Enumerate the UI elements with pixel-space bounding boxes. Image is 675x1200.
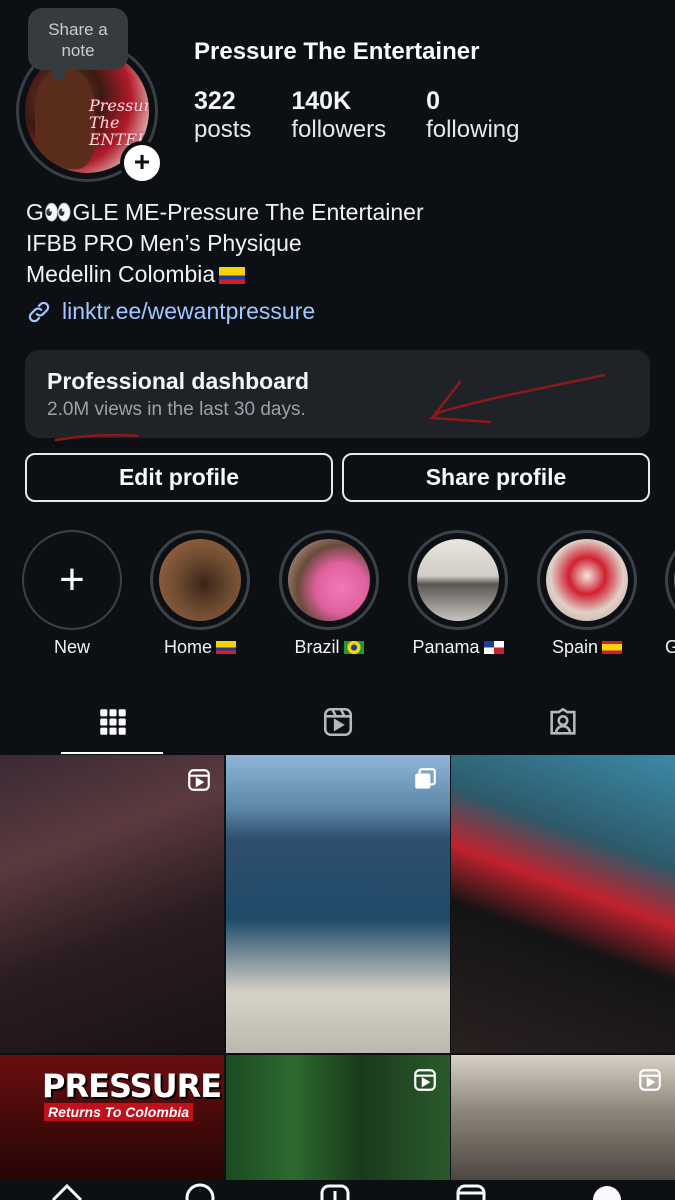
bio-line-2: IFBB PRO Men’s Physique bbox=[26, 230, 302, 256]
bio-line-3: Medellin Colombia bbox=[26, 259, 424, 290]
plus-icon: + bbox=[22, 530, 122, 630]
search-icon[interactable] bbox=[183, 1180, 217, 1200]
highlight-new[interactable]: + New bbox=[22, 530, 122, 658]
highlight-panama[interactable]: Panama bbox=[408, 530, 508, 658]
professional-dashboard-card[interactable]: Professional dashboard 2.0M views in the… bbox=[25, 350, 650, 438]
stat-following-label: following bbox=[426, 116, 520, 143]
create-post-icon[interactable] bbox=[318, 1180, 352, 1200]
highlight-thumbnail bbox=[417, 539, 499, 621]
poster-title: PRESSURE bbox=[42, 1067, 222, 1105]
reel-badge-icon bbox=[413, 1069, 436, 1091]
highlight-label: Spain bbox=[537, 637, 637, 658]
poster-subtitle: Returns To Colombia bbox=[44, 1103, 194, 1121]
stat-followers[interactable]: 140K followers bbox=[291, 86, 386, 144]
post-thumbnail[interactable] bbox=[451, 1055, 675, 1200]
stat-posts-count: 322 bbox=[194, 87, 236, 115]
profile-link[interactable]: linktr.ee/wewantpressure bbox=[26, 298, 315, 325]
highlight-label-text: Brazil bbox=[294, 637, 340, 657]
edit-profile-button[interactable]: Edit profile bbox=[25, 453, 333, 502]
post-thumbnail[interactable] bbox=[225, 755, 450, 1053]
highlight-label: New bbox=[53, 637, 90, 657]
dashboard-title: Professional dashboard bbox=[47, 368, 310, 394]
bio-line-1: G👀GLE ME-Pressure The Entertainer bbox=[26, 199, 424, 225]
reels-nav-icon[interactable] bbox=[454, 1180, 488, 1200]
story-highlights: + New Home Brazil Panama Spain Ge bbox=[0, 530, 675, 670]
profile-username: Pressure The Entertainer bbox=[194, 38, 480, 65]
carousel-badge-icon bbox=[414, 768, 436, 789]
tab-posts-grid[interactable] bbox=[0, 690, 225, 754]
reel-badge-icon bbox=[639, 1069, 661, 1091]
post-thumbnail[interactable] bbox=[0, 755, 224, 1053]
colombia-flag-icon bbox=[219, 267, 246, 284]
highlight-thumbnail bbox=[288, 539, 370, 621]
profile-tabs bbox=[0, 690, 675, 754]
tagged-icon bbox=[549, 707, 576, 735]
stat-followers-count: 140K bbox=[291, 87, 352, 115]
highlight-label: Brazil bbox=[279, 637, 379, 658]
highlight-thumbnail bbox=[546, 539, 628, 621]
stat-following[interactable]: 0 following bbox=[426, 86, 519, 144]
post-thumbnail[interactable] bbox=[225, 1055, 450, 1200]
colombia-flag-icon bbox=[216, 641, 236, 654]
highlight-label: Ge bbox=[665, 637, 675, 657]
dashboard-subtitle: 2.0M views in the last 30 days. bbox=[47, 399, 306, 420]
reel-badge-icon bbox=[188, 769, 210, 791]
highlight-label-text: Spain bbox=[551, 637, 599, 657]
bottom-navigation bbox=[0, 1180, 675, 1200]
tab-reels[interactable] bbox=[225, 690, 450, 754]
spain-flag-icon bbox=[602, 641, 623, 654]
highlight-partial[interactable]: Ge bbox=[665, 530, 675, 658]
highlight-label-text: Panama bbox=[412, 637, 480, 657]
panama-flag-icon bbox=[483, 641, 504, 654]
posts-grid: PRESSURE Returns To Colombia bbox=[0, 755, 675, 1200]
stat-posts[interactable]: 322 posts bbox=[194, 86, 251, 144]
tab-tagged[interactable] bbox=[450, 690, 675, 754]
highlight-home[interactable]: Home bbox=[150, 530, 250, 658]
stat-following-count: 0 bbox=[426, 87, 440, 115]
highlight-spain[interactable]: Spain bbox=[537, 530, 637, 658]
post-thumbnail[interactable] bbox=[451, 755, 675, 1053]
brazil-flag-icon bbox=[343, 641, 364, 654]
avatar-figure bbox=[35, 69, 95, 169]
highlight-label: Panama bbox=[408, 637, 508, 658]
profile-link-text: linktr.ee/wewantpressure bbox=[62, 298, 316, 324]
highlight-label: Home bbox=[150, 637, 250, 658]
home-icon[interactable] bbox=[50, 1180, 84, 1200]
reels-icon bbox=[323, 707, 352, 737]
stat-posts-label: posts bbox=[194, 116, 252, 143]
share-note-label: Share a note bbox=[48, 20, 108, 60]
highlight-label-text: Home bbox=[163, 637, 212, 657]
stat-followers-label: followers bbox=[291, 116, 387, 143]
highlight-brazil[interactable]: Brazil bbox=[279, 530, 379, 658]
profile-nav-icon[interactable] bbox=[590, 1180, 624, 1200]
post-thumbnail[interactable]: PRESSURE Returns To Colombia bbox=[0, 1055, 224, 1200]
highlight-thumbnail bbox=[159, 539, 241, 621]
profile-stats: 322 posts 140K followers 0 following bbox=[194, 86, 519, 144]
share-note-bubble[interactable]: Share a note bbox=[28, 8, 128, 80]
add-story-plus-icon[interactable]: + bbox=[120, 141, 164, 185]
grid-icon bbox=[99, 709, 126, 735]
link-icon bbox=[28, 301, 50, 322]
share-profile-button[interactable]: Share profile bbox=[342, 453, 650, 502]
bio-line-3-text: Medellin Colombia bbox=[26, 261, 216, 287]
profile-bio: G👀GLE ME-Pressure The Entertainer IFBB P… bbox=[26, 197, 424, 290]
